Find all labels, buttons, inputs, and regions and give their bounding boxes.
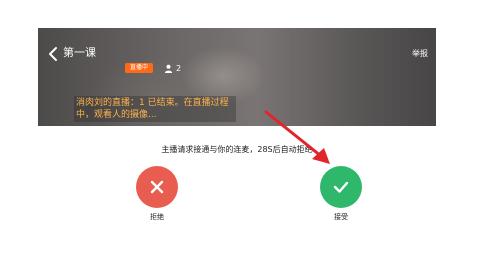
page-title: 第一课	[63, 46, 96, 59]
viewer-count: 2	[164, 62, 181, 74]
report-button[interactable]: 举报	[412, 48, 428, 59]
chevron-left-icon[interactable]	[46, 46, 60, 62]
live-status-badge: 直播中	[125, 63, 154, 73]
close-icon	[150, 180, 164, 194]
reject-label: 拒绝	[150, 213, 164, 221]
check-icon	[333, 181, 349, 193]
co-host-request-dialog: 主播请求接通与你的连麦，28S后自动拒绝 拒绝 接受	[38, 126, 436, 238]
accept-button[interactable]	[320, 166, 362, 208]
accept-label: 接受	[334, 213, 348, 221]
co-host-request-prompt: 主播请求接通与你的连麦，28S后自动拒绝	[161, 145, 313, 154]
live-classroom-screen: 第一课 举报 直播中 2 消肉刘的直播：1 已结束。在直播过程中，观看人的摄像.…	[38, 28, 436, 238]
live-notice-text: 消肉刘的直播：1 已结束。在直播过程中，观看人的摄像...	[74, 96, 236, 122]
person-icon	[164, 64, 173, 73]
live-video-area: 第一课 举报 直播中 2 消肉刘的直播：1 已结束。在直播过程中，观看人的摄像.…	[38, 28, 436, 126]
viewer-count-value: 2	[176, 63, 182, 73]
reject-button[interactable]	[136, 166, 178, 208]
